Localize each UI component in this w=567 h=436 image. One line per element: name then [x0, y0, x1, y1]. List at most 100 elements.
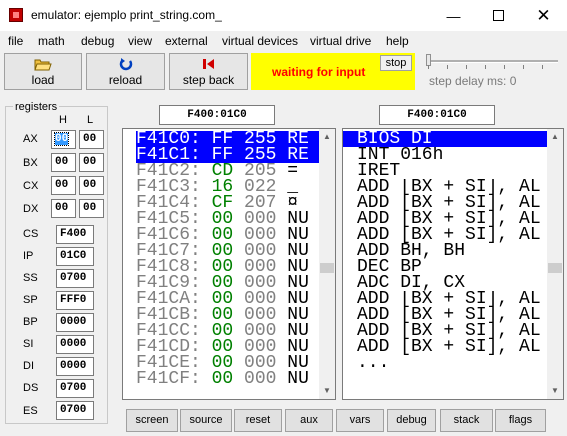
reset-button[interactable]: reset — [234, 409, 282, 432]
register-ch-field[interactable]: 00 — [51, 176, 76, 195]
disassembly-row[interactable]: ADD [BX + SI], AL — [343, 307, 548, 323]
disassembly-row[interactable]: ADD [BX + SI], AL — [343, 291, 548, 307]
register-ss-field[interactable]: 0700 — [56, 269, 94, 288]
low-byte-label: L — [87, 114, 94, 126]
memory-row[interactable]: F41CE: 00 000 NU — [136, 355, 319, 371]
register-si-field[interactable]: 0000 — [56, 335, 94, 354]
register-es-field[interactable]: 0700 — [56, 401, 94, 420]
screen-button[interactable]: screen — [126, 409, 178, 432]
memory-row[interactable]: F41CA: 00 000 NU — [136, 291, 319, 307]
memory-dec: 255 — [244, 131, 277, 147]
disassembly-row[interactable]: ADD [BX + SI], AL — [343, 195, 548, 211]
memory-address-field[interactable]: F400:01C0 — [159, 105, 275, 125]
register-dl-field[interactable]: 00 — [79, 199, 104, 218]
scroll-up-icon[interactable]: ▲ — [547, 129, 563, 145]
disassembly-row[interactable]: DEC BP — [343, 259, 548, 275]
reload-icon — [87, 57, 164, 71]
memory-row[interactable]: F41C8: 00 000 NU — [136, 259, 319, 275]
disassembly-row[interactable]: INT 016h — [343, 147, 548, 163]
scroll-thumb[interactable] — [548, 263, 562, 273]
register-cs-field[interactable]: F400 — [56, 225, 94, 244]
aux-button[interactable]: aux — [285, 409, 333, 432]
register-bh-field[interactable]: 00 — [51, 153, 76, 172]
memory-row[interactable]: F41C0: FF 255 RE — [136, 131, 319, 147]
disassembly-scrollbar[interactable]: ▲ ▼ — [547, 129, 563, 399]
menu-file[interactable]: file — [8, 34, 23, 48]
disassembly-row[interactable]: ADC DI, CX — [343, 275, 548, 291]
close-button[interactable]: ✕ — [521, 0, 566, 31]
memory-row[interactable]: F41C9: 00 000 NU — [136, 275, 319, 291]
memory-row[interactable]: F41C7: 00 000 NU — [136, 243, 319, 259]
register-di-field[interactable]: 0000 — [56, 357, 94, 376]
scroll-up-icon[interactable]: ▲ — [319, 129, 335, 145]
memory-row[interactable]: F41CD: 00 000 NU — [136, 339, 319, 355]
memory-addr: F41CB: — [136, 307, 201, 323]
scroll-thumb[interactable] — [320, 263, 334, 273]
disassembly-row[interactable]: ADD [BX + SI], AL — [343, 179, 548, 195]
disassembly-row[interactable]: ADD BH, BH — [343, 243, 548, 259]
memory-addr: F41C5: — [136, 211, 201, 227]
memory-scrollbar[interactable]: ▲ ▼ — [319, 129, 335, 399]
menu-debug[interactable]: debug — [81, 34, 114, 48]
reload-button[interactable]: reload — [86, 53, 165, 90]
menu-view[interactable]: view — [128, 34, 152, 48]
memory-hex: 00 — [211, 259, 234, 275]
load-button[interactable]: load — [4, 53, 82, 90]
disassembly-address-field[interactable]: F400:01C0 — [379, 105, 495, 125]
memory-dec: 000 — [244, 371, 277, 387]
memory-row[interactable]: F41CB: 00 000 NU — [136, 307, 319, 323]
menu-virtual-devices[interactable]: virtual devices — [222, 34, 298, 48]
register-cl-field[interactable]: 00 — [79, 176, 104, 195]
memory-list[interactable]: F41C0: FF 255 RE F41C1: FF 255 RE F41C2: C… — [122, 128, 336, 400]
register-ip-field[interactable]: 01C0 — [56, 247, 94, 266]
disassembly-list[interactable]: BIOS DI INT 016h IRET ADD [BX + SI], AL ADD … — [342, 128, 564, 400]
memory-hex: 00 — [211, 323, 234, 339]
disassembly-row[interactable]: BIOS DI — [343, 131, 548, 147]
disassembly-row[interactable]: ADD [BX + SI], AL — [343, 211, 548, 227]
memory-ch: NU — [287, 227, 309, 243]
register-sp-field[interactable]: FFF0 — [56, 291, 94, 310]
memory-row[interactable]: F41C2: CD 205 = — [136, 163, 319, 179]
memory-row[interactable]: F41CF: 00 000 NU — [136, 371, 319, 387]
minimize-button[interactable]: — — [431, 0, 476, 31]
memory-addr: F41C6: — [136, 227, 201, 243]
source-button[interactable]: source — [180, 409, 232, 432]
register-ah-field[interactable]: 00 — [51, 130, 76, 149]
vars-button[interactable]: vars — [336, 409, 384, 432]
step-back-button[interactable]: step back — [169, 53, 248, 90]
memory-hex: CF — [211, 195, 234, 211]
menu-math[interactable]: math — [38, 34, 65, 48]
memory-row[interactable]: F41C1: FF 255 RE — [136, 147, 319, 163]
flags-button[interactable]: flags — [495, 409, 546, 432]
memory-dec: 000 — [244, 323, 277, 339]
debug-button[interactable]: debug — [387, 409, 436, 432]
disassembly-row[interactable]: ADD [BX + SI], AL — [343, 339, 548, 355]
register-dh-field[interactable]: 00 — [51, 199, 76, 218]
memory-ch: = — [287, 163, 299, 179]
register-ds-field[interactable]: 0700 — [56, 379, 94, 398]
memory-row[interactable]: F41C6: 00 000 NU — [136, 227, 319, 243]
disassembly-row[interactable]: ADD [BX + SI], AL — [343, 227, 548, 243]
maximize-button[interactable] — [476, 0, 521, 31]
menu-help[interactable]: help — [386, 34, 409, 48]
disassembly-row[interactable]: ... — [343, 355, 548, 371]
register-bp-field[interactable]: 0000 — [56, 313, 94, 332]
memory-row[interactable]: F41CC: 00 000 NU — [136, 323, 319, 339]
menu-virtual-drive[interactable]: virtual drive — [310, 34, 371, 48]
step-delay-slider[interactable] — [428, 60, 558, 63]
register-name: DI — [23, 360, 34, 372]
memory-row[interactable]: F41C3: 16 022 _ — [136, 179, 319, 195]
slider-tick — [523, 65, 524, 69]
scroll-down-icon[interactable]: ▼ — [547, 383, 563, 399]
disassembly-row[interactable]: IRET — [343, 163, 548, 179]
stack-button[interactable]: stack — [440, 409, 493, 432]
disassembly-row[interactable]: ADD [BX + SI], AL — [343, 323, 548, 339]
register-bl-field[interactable]: 00 — [79, 153, 104, 172]
scroll-down-icon[interactable]: ▼ — [319, 383, 335, 399]
memory-row[interactable]: F41C5: 00 000 NU — [136, 211, 319, 227]
register-al-field[interactable]: 00 — [79, 130, 104, 149]
memory-row[interactable]: F41C4: CF 207 ¤ — [136, 195, 319, 211]
slider-tick — [428, 65, 429, 69]
menu-external[interactable]: external — [165, 34, 208, 48]
stop-button[interactable]: stop — [380, 55, 412, 71]
